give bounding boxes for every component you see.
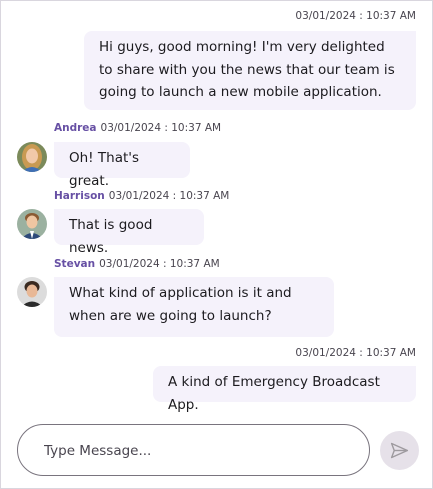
message-timestamp: 03/01/2024 : 10:37 AM bbox=[108, 190, 230, 202]
author-name: Harrison bbox=[54, 190, 105, 202]
chat-window: 03/01/2024 : 10:37 AM Hi guys, good morn… bbox=[0, 0, 433, 489]
avatar-andrea bbox=[17, 142, 47, 172]
message-header: Stevan 03/01/2024 : 10:37 AM bbox=[54, 258, 220, 270]
message-timestamp: 03/01/2024 : 10:37 AM bbox=[99, 258, 220, 270]
send-button[interactable] bbox=[380, 431, 419, 470]
outgoing-message-bubble: Hi guys, good morning! I'm very delighte… bbox=[84, 31, 416, 110]
incoming-message-bubble: That is good news. bbox=[54, 209, 204, 256]
message-timestamp: 03/01/2024 : 10:37 AM bbox=[295, 347, 416, 359]
author-name: Stevan bbox=[54, 258, 96, 270]
message-timestamp: 03/01/2024 : 10:37 AM bbox=[100, 122, 222, 134]
outgoing-message-bubble: A kind of Emergency Broadcast App. bbox=[153, 366, 416, 413]
message-header: Andrea 03/01/2024 : 10:37 AM bbox=[54, 122, 221, 134]
avatar-harrison bbox=[17, 209, 47, 239]
avatar-stevan bbox=[17, 277, 47, 307]
incoming-message-bubble: What kind of application is it and when … bbox=[54, 277, 334, 337]
message-header: Harrison 03/01/2024 : 10:37 AM bbox=[54, 190, 229, 202]
author-name: Andrea bbox=[54, 122, 97, 134]
message-timestamp: 03/01/2024 : 10:37 AM bbox=[295, 10, 416, 22]
message-composer bbox=[17, 424, 370, 476]
incoming-message-bubble: Oh! That's great. bbox=[54, 142, 190, 189]
message-input[interactable] bbox=[42, 437, 346, 465]
